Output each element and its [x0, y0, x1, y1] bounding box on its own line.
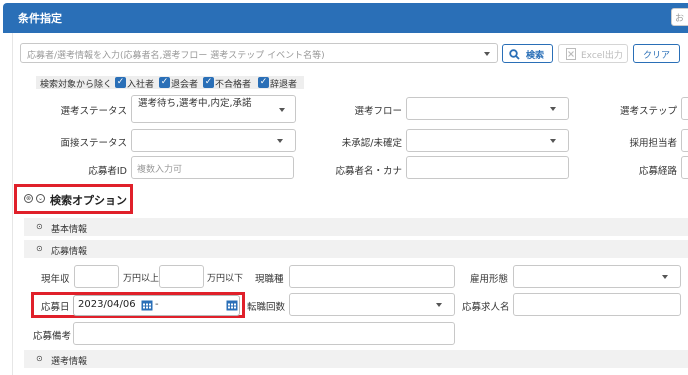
calendar-icon[interactable] [141, 299, 153, 311]
mensetsu-status-label: 面接ステータス [60, 138, 127, 149]
unconfirmed-select[interactable] [406, 129, 569, 152]
section-basic-info-label: 基本情報 [51, 225, 88, 235]
checkbox-withdrawn-member[interactable]: ✓ [159, 77, 170, 88]
job-title-input[interactable] [513, 293, 681, 316]
section-apply-info-label: 応募情報 [51, 247, 88, 257]
checkbox-withdrawn-member-label: 退会者 [171, 80, 199, 90]
applicant-id-placeholder: 複数入力可 [137, 165, 183, 175]
job-title-label: 応募求人名 [462, 302, 510, 313]
search-placeholder: 応募者/選考情報を入力(応募者名,選考フロー 選考ステップ イベント名等) [27, 51, 325, 61]
clear-button-label: クリア [643, 51, 671, 61]
salary-label: 現年収 [41, 274, 70, 285]
job-change-label: 転職回数 [247, 302, 286, 313]
chevron-right-icon: ⊙ [36, 222, 43, 231]
chevron-down-icon[interactable] [550, 139, 556, 143]
applicant-id-input[interactable]: 複数入力可 [131, 156, 294, 179]
chevron-down-icon[interactable] [550, 107, 556, 111]
applicant-name-input[interactable] [406, 156, 569, 179]
chevron-down-icon: ⊙ [36, 244, 43, 253]
excel-icon [566, 48, 576, 60]
mensetsu-status-select[interactable] [131, 129, 296, 152]
chevron-down-icon[interactable] [279, 108, 285, 112]
chevron-down-icon[interactable] [277, 139, 283, 143]
applicant-id-label: 応募者ID [88, 166, 127, 177]
search-input[interactable]: 応募者/選考情報を入力(応募者名,選考フロー 選考ステップ イベント名等) [20, 43, 498, 63]
search-button-label: 検索 [526, 51, 545, 61]
salary-from-input[interactable] [74, 265, 119, 288]
remarks-input[interactable] [73, 322, 455, 345]
job-change-select[interactable] [289, 293, 455, 316]
section-apply-info[interactable] [24, 240, 688, 258]
section-basic-info[interactable] [24, 218, 688, 236]
senko-status-label: 選考ステータス [60, 106, 127, 117]
salary-from-suffix: 万円以上 [123, 274, 160, 284]
applicant-name-label: 応募者名・カナ [335, 166, 402, 177]
chevron-down-icon[interactable] [662, 275, 668, 279]
senko-flow-label: 選考フロー [354, 106, 402, 117]
senko-status-select[interactable]: 選考待ち,選考中,内定,承諾 [131, 95, 296, 123]
exclude-label: 検索対象から除く [40, 80, 113, 90]
employment-label: 雇用形態 [470, 274, 509, 285]
salary-to-input[interactable] [159, 265, 204, 288]
calendar-icon[interactable] [226, 299, 238, 311]
checkbox-hired-label: 入社者 [127, 80, 155, 90]
senko-step-select[interactable] [681, 97, 688, 120]
unconfirmed-label: 未承認/未確定 [341, 138, 402, 149]
excel-export-label: Excel出力 [581, 51, 623, 61]
route-select[interactable] [681, 156, 688, 179]
apply-date-range: 2023/04/06 - [73, 295, 240, 316]
checkbox-rejected-label: 不合格者 [215, 80, 252, 90]
senko-status-value: 選考待ち,選考中,内定,承諾 [138, 98, 252, 109]
chevron-down-icon[interactable] [484, 52, 490, 56]
route-label: 応募経路 [638, 166, 677, 177]
panel-title: 条件指定 [18, 12, 62, 25]
senko-step-label: 選考ステップ [619, 106, 677, 117]
header-corner-button[interactable]: お [671, 8, 688, 26]
apply-date-label: 応募日 [41, 302, 70, 313]
senko-flow-select[interactable] [406, 97, 569, 120]
excel-export-button[interactable]: Excel出力 [558, 44, 628, 63]
checkbox-hired[interactable]: ✓ [115, 77, 126, 88]
section-senko-info[interactable] [24, 350, 688, 368]
apply-date-separator: - [155, 299, 159, 310]
checkbox-declined-label: 辞退者 [270, 80, 298, 90]
chevron-down-icon: ⊙ [36, 354, 43, 363]
chevron-down-icon[interactable] [436, 303, 442, 307]
salary-to-suffix: 万円以下 [207, 274, 244, 284]
collapse-all-icon[interactable]: ⊗ [24, 194, 33, 203]
saiyou-tantou-label: 採用担当者 [629, 138, 677, 149]
search-button[interactable]: 検索 [502, 44, 553, 63]
remarks-label: 応募備考 [33, 331, 72, 342]
search-icon [509, 49, 520, 60]
checkbox-declined[interactable]: ✓ [258, 77, 269, 88]
current-job-label: 現職種 [255, 274, 284, 285]
saiyou-tantou-select[interactable] [681, 129, 688, 152]
search-options-title[interactable]: 検索オプション [50, 192, 127, 208]
apply-date-from-value[interactable]: 2023/04/06 [78, 299, 136, 310]
clear-button[interactable]: クリア [633, 44, 680, 63]
panel-header [3, 3, 688, 33]
section-senko-info-label: 選考情報 [51, 357, 88, 367]
current-job-input[interactable] [289, 265, 455, 288]
checkbox-rejected[interactable]: ✓ [203, 77, 214, 88]
chevron-down-icon[interactable]: ⌄ [36, 194, 45, 203]
employment-select[interactable] [513, 265, 681, 288]
